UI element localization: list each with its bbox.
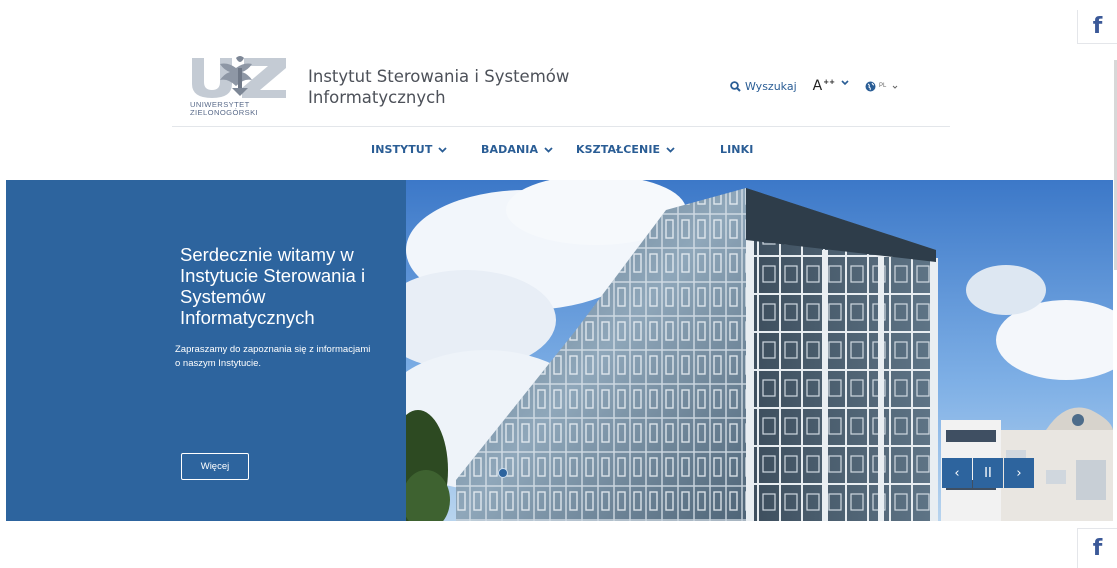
chevron-down-icon: [544, 146, 553, 153]
language-selector[interactable]: PL: [865, 81, 898, 92]
font-size-label: A: [812, 78, 823, 94]
search-label: Wyszukaj: [745, 79, 797, 93]
next-slide-button[interactable]: ›: [1004, 458, 1034, 488]
chevron-down-icon: [841, 80, 849, 86]
chevron-down-icon: [666, 146, 675, 153]
nav-item-label: INSTYTUT: [371, 143, 433, 156]
hero-text: Zapraszamy do zapoznania się z informacj…: [175, 344, 371, 369]
slide-indicator-dot[interactable]: [498, 468, 508, 478]
hero-title: Serdecznie witamy w Instytucie Sterowani…: [180, 244, 366, 328]
nav-item-label: LINKI: [720, 143, 754, 156]
header-tools: Wyszukaj A ++ PL: [730, 76, 898, 96]
chevron-down-icon: [438, 146, 448, 153]
nav-item-linki[interactable]: LINKI: [720, 143, 753, 156]
language-label: PL: [878, 83, 887, 89]
chevron-down-icon: [892, 85, 898, 89]
site-title[interactable]: Instytut Sterowania i Systemów Informaty…: [308, 66, 588, 108]
nav-item-label: BADANIA: [481, 143, 539, 156]
nav-item-badania[interactable]: BADANIA: [481, 143, 553, 156]
more-button[interactable]: Więcej: [181, 453, 249, 480]
font-size-button[interactable]: A ++: [813, 78, 849, 94]
facebook-icon: f: [1092, 14, 1103, 39]
hero-panel: Serdecznie witamy w Instytucie Sterowani…: [6, 180, 406, 521]
search-icon: [730, 80, 741, 92]
logo-line-2: ZIELONOGÓRSKI: [190, 108, 259, 117]
search-button[interactable]: Wyszukaj: [730, 80, 797, 93]
facebook-tab-top[interactable]: f: [1077, 10, 1117, 44]
pause-slide-button[interactable]: II: [973, 458, 1003, 488]
prev-slide-button[interactable]: ‹: [942, 458, 972, 488]
nav-item-ksztalcenie[interactable]: KSZTAŁCENIE: [576, 143, 675, 156]
nav-item-instytut[interactable]: INSTYTUT: [371, 143, 448, 156]
main-nav: INSTYTUT BADANIA KSZTAŁCENIE LINKI: [0, 143, 1117, 163]
hero-slider: Serdecznie witamy w Instytucie Sterowani…: [6, 180, 1113, 521]
university-logo[interactable]: UNIWERSYTET ZIELONOGÓRSKI: [186, 52, 290, 120]
facebook-icon: f: [1092, 536, 1103, 561]
nav-item-label: KSZTAŁCENIE: [576, 143, 661, 156]
facebook-tab-bottom[interactable]: f: [1077, 528, 1117, 568]
globe-icon: [865, 81, 876, 91]
font-size-sup: ++: [823, 78, 835, 86]
header: UNIWERSYTET ZIELONOGÓRSKI Instytut Stero…: [172, 46, 950, 127]
slider-controls: ‹ II ›: [942, 458, 1035, 488]
